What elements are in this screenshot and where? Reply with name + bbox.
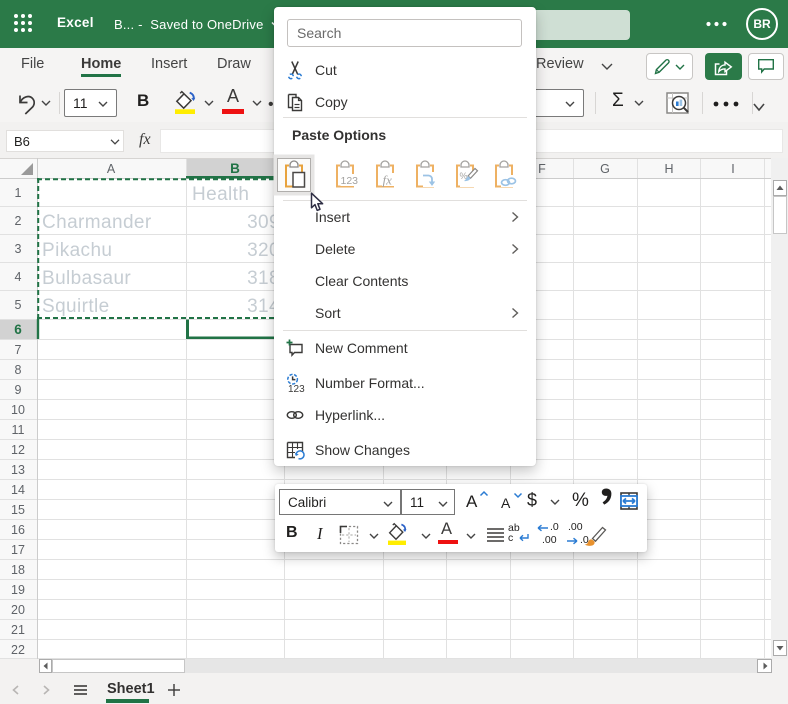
svg-text:10: 10 <box>11 403 25 417</box>
svg-text:19: 19 <box>11 583 25 597</box>
svg-text:13: 13 <box>11 463 25 477</box>
svg-text:8: 8 <box>15 363 22 377</box>
svg-text:16: 16 <box>11 523 25 537</box>
svg-text:12: 12 <box>11 443 25 457</box>
svg-text:15: 15 <box>11 503 25 517</box>
svg-text:14: 14 <box>11 483 25 497</box>
svg-text:G: G <box>600 162 610 176</box>
svg-text:5: 5 <box>15 298 22 312</box>
svg-text:Squirtle: Squirtle <box>42 296 110 317</box>
svg-text:I: I <box>731 162 734 176</box>
svg-text:20: 20 <box>11 603 25 617</box>
svg-text:H: H <box>664 162 673 176</box>
svg-text:9: 9 <box>15 383 22 397</box>
svg-text:2: 2 <box>15 214 22 228</box>
svg-text:Health: Health <box>192 184 249 205</box>
svg-text:123: 123 <box>288 384 305 393</box>
svg-text:6: 6 <box>14 322 22 337</box>
svg-text:Bulbasaur: Bulbasaur <box>42 268 131 289</box>
svg-text:22: 22 <box>11 643 25 657</box>
svg-text:7: 7 <box>15 343 22 357</box>
svg-text:A: A <box>107 162 116 176</box>
svg-text:B: B <box>230 161 240 176</box>
svg-text:18: 18 <box>11 563 25 577</box>
svg-text:fx: fx <box>383 173 393 188</box>
svg-text:Pikachu: Pikachu <box>42 240 112 261</box>
svg-text:3: 3 <box>15 242 22 256</box>
svg-text:F: F <box>538 162 546 176</box>
svg-text:21: 21 <box>11 623 25 637</box>
svg-text:4: 4 <box>15 270 22 284</box>
svg-text:123: 123 <box>341 175 359 187</box>
svg-text:17: 17 <box>11 543 25 557</box>
svg-text:1: 1 <box>15 186 22 200</box>
svg-text:Charmander: Charmander <box>42 212 152 233</box>
svg-text:11: 11 <box>12 423 25 437</box>
